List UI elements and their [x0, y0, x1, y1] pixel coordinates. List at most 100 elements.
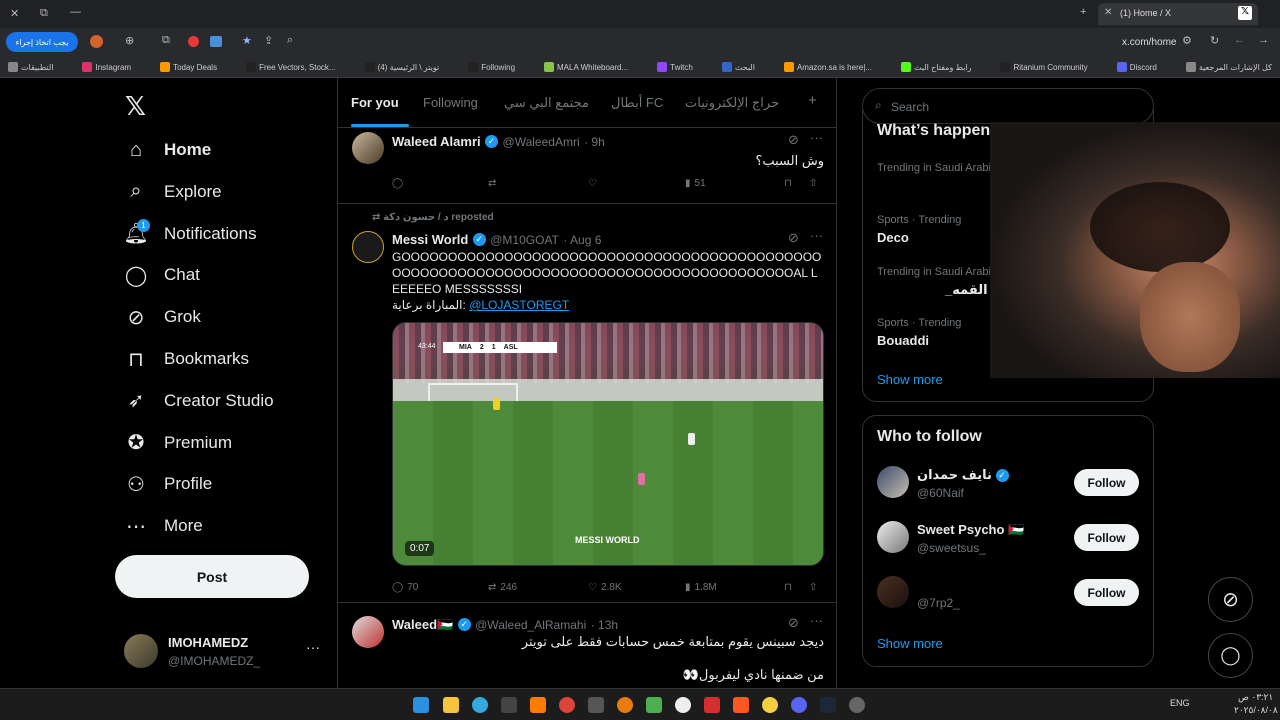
author-handle[interactable]: @WaleedAmri [503, 135, 580, 149]
more-dots-icon[interactable]: ··· [810, 130, 823, 145]
back-icon[interactable]: → [1258, 34, 1269, 46]
follow-suggestion[interactable]: @7rp2_ Follow [863, 576, 1153, 612]
app-icon[interactable] [646, 697, 662, 713]
grok-icon[interactable]: ⊘ [788, 132, 799, 148]
bookmark-item[interactable]: Discord [1116, 61, 1157, 73]
tweet-time[interactable]: · Aug 6 [563, 233, 601, 247]
tab-community-pc[interactable]: مجتمع البي سي [504, 95, 589, 111]
clock-time[interactable]: ٠٣:٢١ ص [1238, 692, 1273, 703]
start-icon[interactable] [413, 697, 429, 713]
repost-button[interactable]: ⇄ [488, 178, 496, 189]
share-button[interactable]: ⇧ [809, 582, 817, 593]
url-field[interactable]: x.com/home [1122, 37, 1176, 48]
bookmark-item[interactable]: Following [468, 61, 515, 73]
bookmark-item[interactable]: رابط ومفتاح البث [900, 61, 971, 73]
nav-item-home[interactable]: ⌂ Home [125, 139, 211, 161]
restore-icon[interactable]: ⧉ [40, 7, 48, 20]
bookmark-item[interactable]: Amazon.sa is here|... [783, 61, 872, 73]
bookmark-item[interactable]: Instagram [82, 61, 131, 73]
steam-icon[interactable] [820, 697, 836, 713]
nav-item-bookmarks[interactable]: ⊓ Bookmarks [125, 348, 249, 371]
bookmark-item[interactable]: MALA Whiteboard... [544, 61, 628, 73]
chat-floating-button[interactable]: ◯ [1208, 633, 1253, 678]
nav-item-profile[interactable]: ⚇ Profile [125, 473, 212, 496]
brave-icon[interactable] [733, 697, 749, 713]
bookmark-item[interactable]: البحث [721, 61, 755, 73]
x-logo-icon[interactable]: 𝕏 [125, 91, 146, 122]
forward-icon[interactable]: ← [1234, 34, 1245, 46]
show-more-link[interactable]: Show more [877, 636, 943, 651]
zoom-icon[interactable]: ⌕ [287, 34, 293, 47]
blender-icon[interactable] [617, 697, 633, 713]
repost-button[interactable]: ⇄ 246 [488, 582, 517, 593]
tweet-time[interactable]: · 9h [584, 135, 605, 149]
puzzle-icon[interactable]: ⧉ [162, 34, 170, 47]
clock-date[interactable]: ٢٠٢٥/٠٨/٠٨ [1234, 705, 1278, 716]
show-more-link[interactable]: Show more [877, 372, 943, 387]
follow-suggestion[interactable]: Sweet Psycho 🇵🇸 @sweetsus_ Follow [863, 521, 1153, 557]
app-yellow-icon[interactable] [762, 697, 778, 713]
author-handle[interactable]: @Waleed_AlRamahi [475, 618, 586, 632]
mention-link[interactable]: @LOJASTOREGT [469, 298, 569, 312]
tweet-time[interactable]: · 13h [591, 618, 618, 632]
extension-blue-icon[interactable] [210, 36, 222, 47]
bookmark-item[interactable]: Today Deals [160, 61, 217, 73]
illustrator-icon[interactable] [530, 697, 546, 713]
edge-icon[interactable] [472, 697, 488, 713]
file-explorer-icon[interactable] [443, 697, 459, 713]
more-dots-icon[interactable]: ··· [306, 639, 320, 655]
bookmark-star-icon[interactable]: ★ [242, 34, 252, 47]
action-required-button[interactable]: يجب اتخاذ إجراء [6, 32, 78, 52]
account-switcher[interactable]: IMOHAMEDZ @IMOHAMEDZ_ ··· [124, 633, 334, 673]
tab-fc-heroes[interactable]: أبطال FC [611, 95, 663, 111]
share-icon[interactable]: ⇪ [264, 34, 273, 47]
extension-icon[interactable]: ⊕ [125, 34, 134, 47]
reply-button[interactable]: ◯ [392, 178, 403, 189]
nav-item-notifications[interactable]: 🔔︎ 1 Notifications [123, 218, 257, 245]
author-name[interactable]: Waleed🇵🇸 [392, 617, 453, 632]
profile-avatar-icon[interactable] [90, 35, 103, 48]
bookmark-item[interactable]: التطبيقات [8, 61, 53, 73]
chrome-icon[interactable] [559, 697, 575, 713]
views-button[interactable]: ▮ 51 [685, 178, 706, 189]
like-button[interactable]: ♡ [588, 178, 597, 189]
views-button[interactable]: ▮ 1.8M [685, 582, 717, 593]
author-name[interactable]: Messi World [392, 232, 468, 247]
author-name[interactable]: Waleed Alamri [392, 134, 481, 149]
store-icon[interactable] [501, 697, 517, 713]
share-button[interactable]: ⇧ [809, 178, 817, 189]
more-dots-icon[interactable]: ··· [810, 228, 823, 243]
tab-following[interactable]: Following [423, 95, 478, 110]
bookmark-item[interactable]: (4) تويتر \ الرئيسية [364, 61, 439, 73]
new-tab-icon[interactable]: + [1080, 6, 1086, 18]
discord-icon[interactable] [791, 697, 807, 713]
reload-icon[interactable]: ↻ [1210, 34, 1219, 47]
minimize-icon[interactable]: — [70, 6, 81, 18]
browser-tab[interactable]: ✕ (1) Home / X 𝕏 [1098, 3, 1258, 25]
tweet[interactable]: Waleed🇵🇸 ✓ @Waleed_AlRamahi · 13h ⊘ ··· … [338, 604, 836, 688]
follow-button[interactable]: Follow [1074, 469, 1139, 496]
close-window-icon[interactable]: ✕ [10, 7, 19, 20]
follow-button[interactable]: Follow [1074, 579, 1139, 606]
follow-button[interactable]: Follow [1074, 524, 1139, 551]
settings-icon[interactable] [849, 697, 865, 713]
nav-item-grok[interactable]: ⊘ Grok [125, 306, 201, 329]
calculator-icon[interactable] [588, 697, 604, 713]
nav-item-creator-studio[interactable]: ➶ Creator Studio [125, 390, 274, 412]
bookmark-item[interactable]: Twitch [657, 61, 693, 73]
grok-floating-button[interactable]: ⊘ [1208, 577, 1253, 622]
author-handle[interactable]: @M10GOAT [490, 233, 559, 247]
reply-button[interactable]: ◯ 70 [392, 582, 418, 593]
tab-for-you[interactable]: For you [351, 95, 399, 110]
tab-electronics[interactable]: حراج الإلكترونيات [685, 95, 779, 111]
grok-icon[interactable]: ⊘ [788, 615, 799, 631]
add-tab-icon[interactable]: + [808, 92, 817, 109]
acrobat-icon[interactable] [704, 697, 720, 713]
nav-item-premium[interactable]: ✪ Premium [125, 432, 232, 454]
bookmark-button[interactable]: ⊓ [784, 582, 792, 593]
obs-icon[interactable] [675, 697, 691, 713]
bookmark-item[interactable]: كل الإشارات المرجعية [1185, 61, 1272, 73]
grok-icon[interactable]: ⊘ [788, 230, 799, 246]
post-button[interactable]: Post [115, 555, 309, 598]
follow-suggestion[interactable]: نايف حمدان ✓ @60Naif Follow [863, 466, 1153, 502]
